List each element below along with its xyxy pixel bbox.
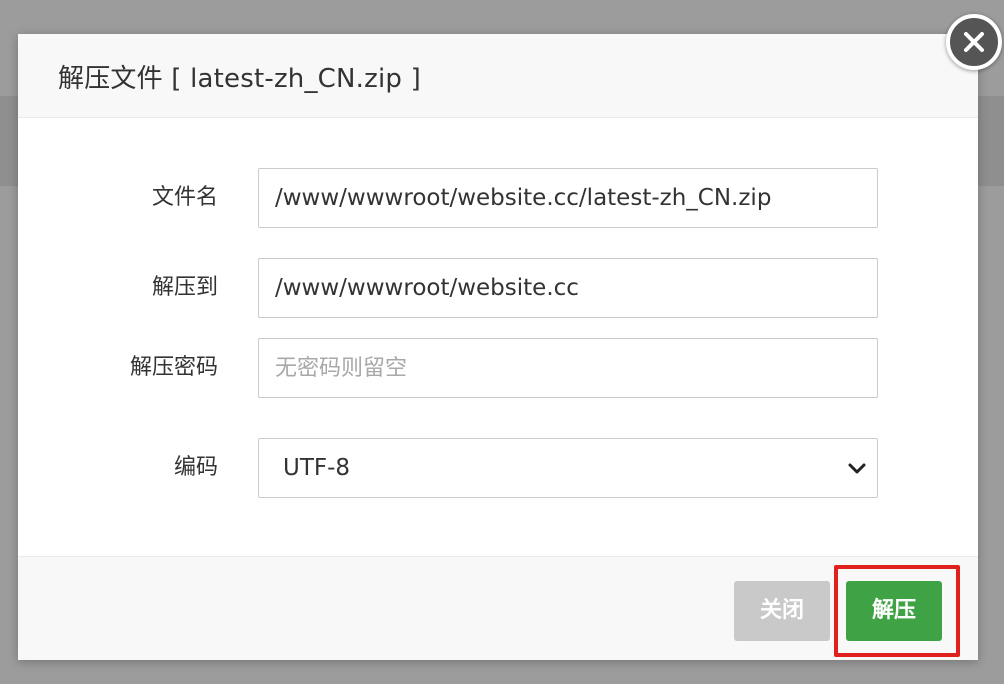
extract-dialog: 解压文件 [ latest-zh_CN.zip ] 文件名 解压到 解压密码 编…: [18, 34, 978, 660]
dialog-close-button[interactable]: [946, 14, 1002, 70]
encoding-select[interactable]: UTF-8: [258, 438, 878, 498]
close-icon: [964, 32, 984, 52]
extract-to-input[interactable]: [258, 258, 878, 318]
encoding-label: 编码: [173, 455, 218, 480]
dialog-header: 解压文件 [ latest-zh_CN.zip ]: [18, 34, 978, 118]
chevron-down-icon: [848, 463, 866, 474]
dialog-title: 解压文件 [ latest-zh_CN.zip ]: [58, 64, 421, 94]
extract-to-row: 解压到: [18, 258, 978, 318]
extract-button[interactable]: 解压: [846, 581, 942, 641]
filename-row: 文件名: [18, 168, 978, 228]
filename-label: 文件名: [151, 185, 218, 210]
dialog-footer: 关闭 解压: [18, 556, 978, 660]
filename-input[interactable]: [258, 168, 878, 228]
extract-to-label: 解压到: [151, 275, 218, 300]
close-button[interactable]: 关闭: [734, 581, 830, 641]
encoding-row: 编码 UTF-8: [18, 438, 978, 498]
encoding-selected-value: UTF-8: [283, 455, 351, 481]
password-row: 解压密码: [18, 338, 978, 398]
password-input[interactable]: [258, 338, 878, 398]
password-label: 解压密码: [129, 355, 218, 380]
